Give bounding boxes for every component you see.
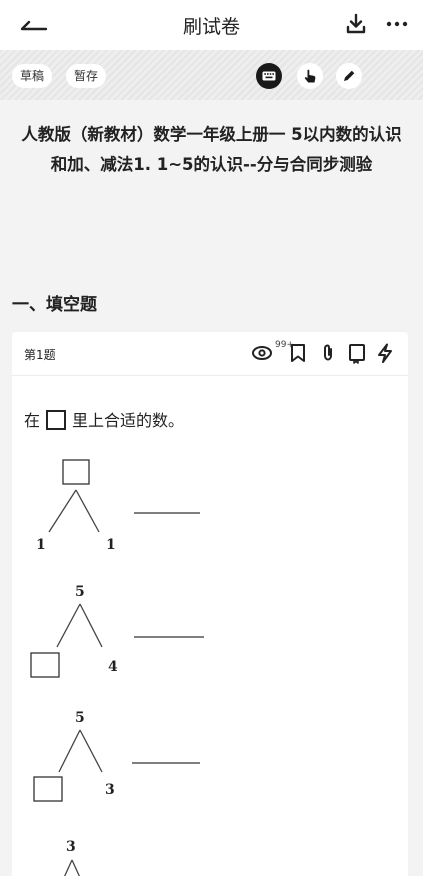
hand-pointer-icon <box>304 69 316 83</box>
right-number: 3 <box>105 782 115 798</box>
split-tree-2: 5 4 <box>30 584 204 678</box>
hand-tool-button[interactable] <box>297 63 323 89</box>
split-tree-3: 5 3 <box>33 710 200 802</box>
pencil-icon <box>344 70 355 81</box>
document-title: 人教版（新教材）数学一年级上册一 5以内数的认识和加、减法1. 1~5的认识--… <box>21 125 402 174</box>
section-heading: 一、填空题 <box>12 295 97 315</box>
split-tree-4: 3 <box>64 839 80 876</box>
left-answer-box[interactable] <box>30 652 60 678</box>
top-answer-box[interactable] <box>62 459 90 485</box>
number-split-diagram: 1 1 5 4 5 3 3 <box>30 459 204 876</box>
download-icon[interactable] <box>344 12 368 36</box>
eye-icon[interactable] <box>250 342 274 364</box>
more-icon[interactable] <box>384 12 410 36</box>
notebook-icon[interactable] <box>346 342 368 364</box>
attachment-icon[interactable] <box>318 342 338 364</box>
right-number: 1 <box>106 537 116 553</box>
bookmark-icon[interactable] <box>288 342 308 364</box>
right-number: 4 <box>108 659 118 675</box>
draft-button[interactable]: 草稿 <box>12 64 53 88</box>
question-text-after: 里上合适的数。 <box>72 411 185 430</box>
keyboard-icon <box>262 71 276 81</box>
lightning-icon[interactable] <box>374 342 396 364</box>
question-text-before: 在 <box>24 411 41 430</box>
pen-tool-button[interactable] <box>336 63 362 89</box>
top-number: 5 <box>75 584 85 600</box>
split-tree-1: 1 1 <box>36 459 200 553</box>
left-answer-box[interactable] <box>33 776 63 802</box>
answer-box-symbol <box>46 410 67 430</box>
save-button[interactable]: 暂存 <box>66 64 107 88</box>
top-bar: 刷试卷 <box>0 0 423 50</box>
question-card: 第1题 99+ 在 里上合适的数。 1 1 5 4 5 3 3 <box>12 332 408 876</box>
question-text: 在 里上合适的数。 <box>24 408 184 434</box>
question-header: 第1题 99+ <box>12 332 408 376</box>
keyboard-button[interactable] <box>256 63 282 89</box>
tool-bar: 草稿 暂存 <box>0 50 423 100</box>
question-number: 第1题 <box>24 348 56 362</box>
top-number: 5 <box>75 710 85 726</box>
left-number: 1 <box>36 537 46 553</box>
top-number: 3 <box>66 839 76 855</box>
